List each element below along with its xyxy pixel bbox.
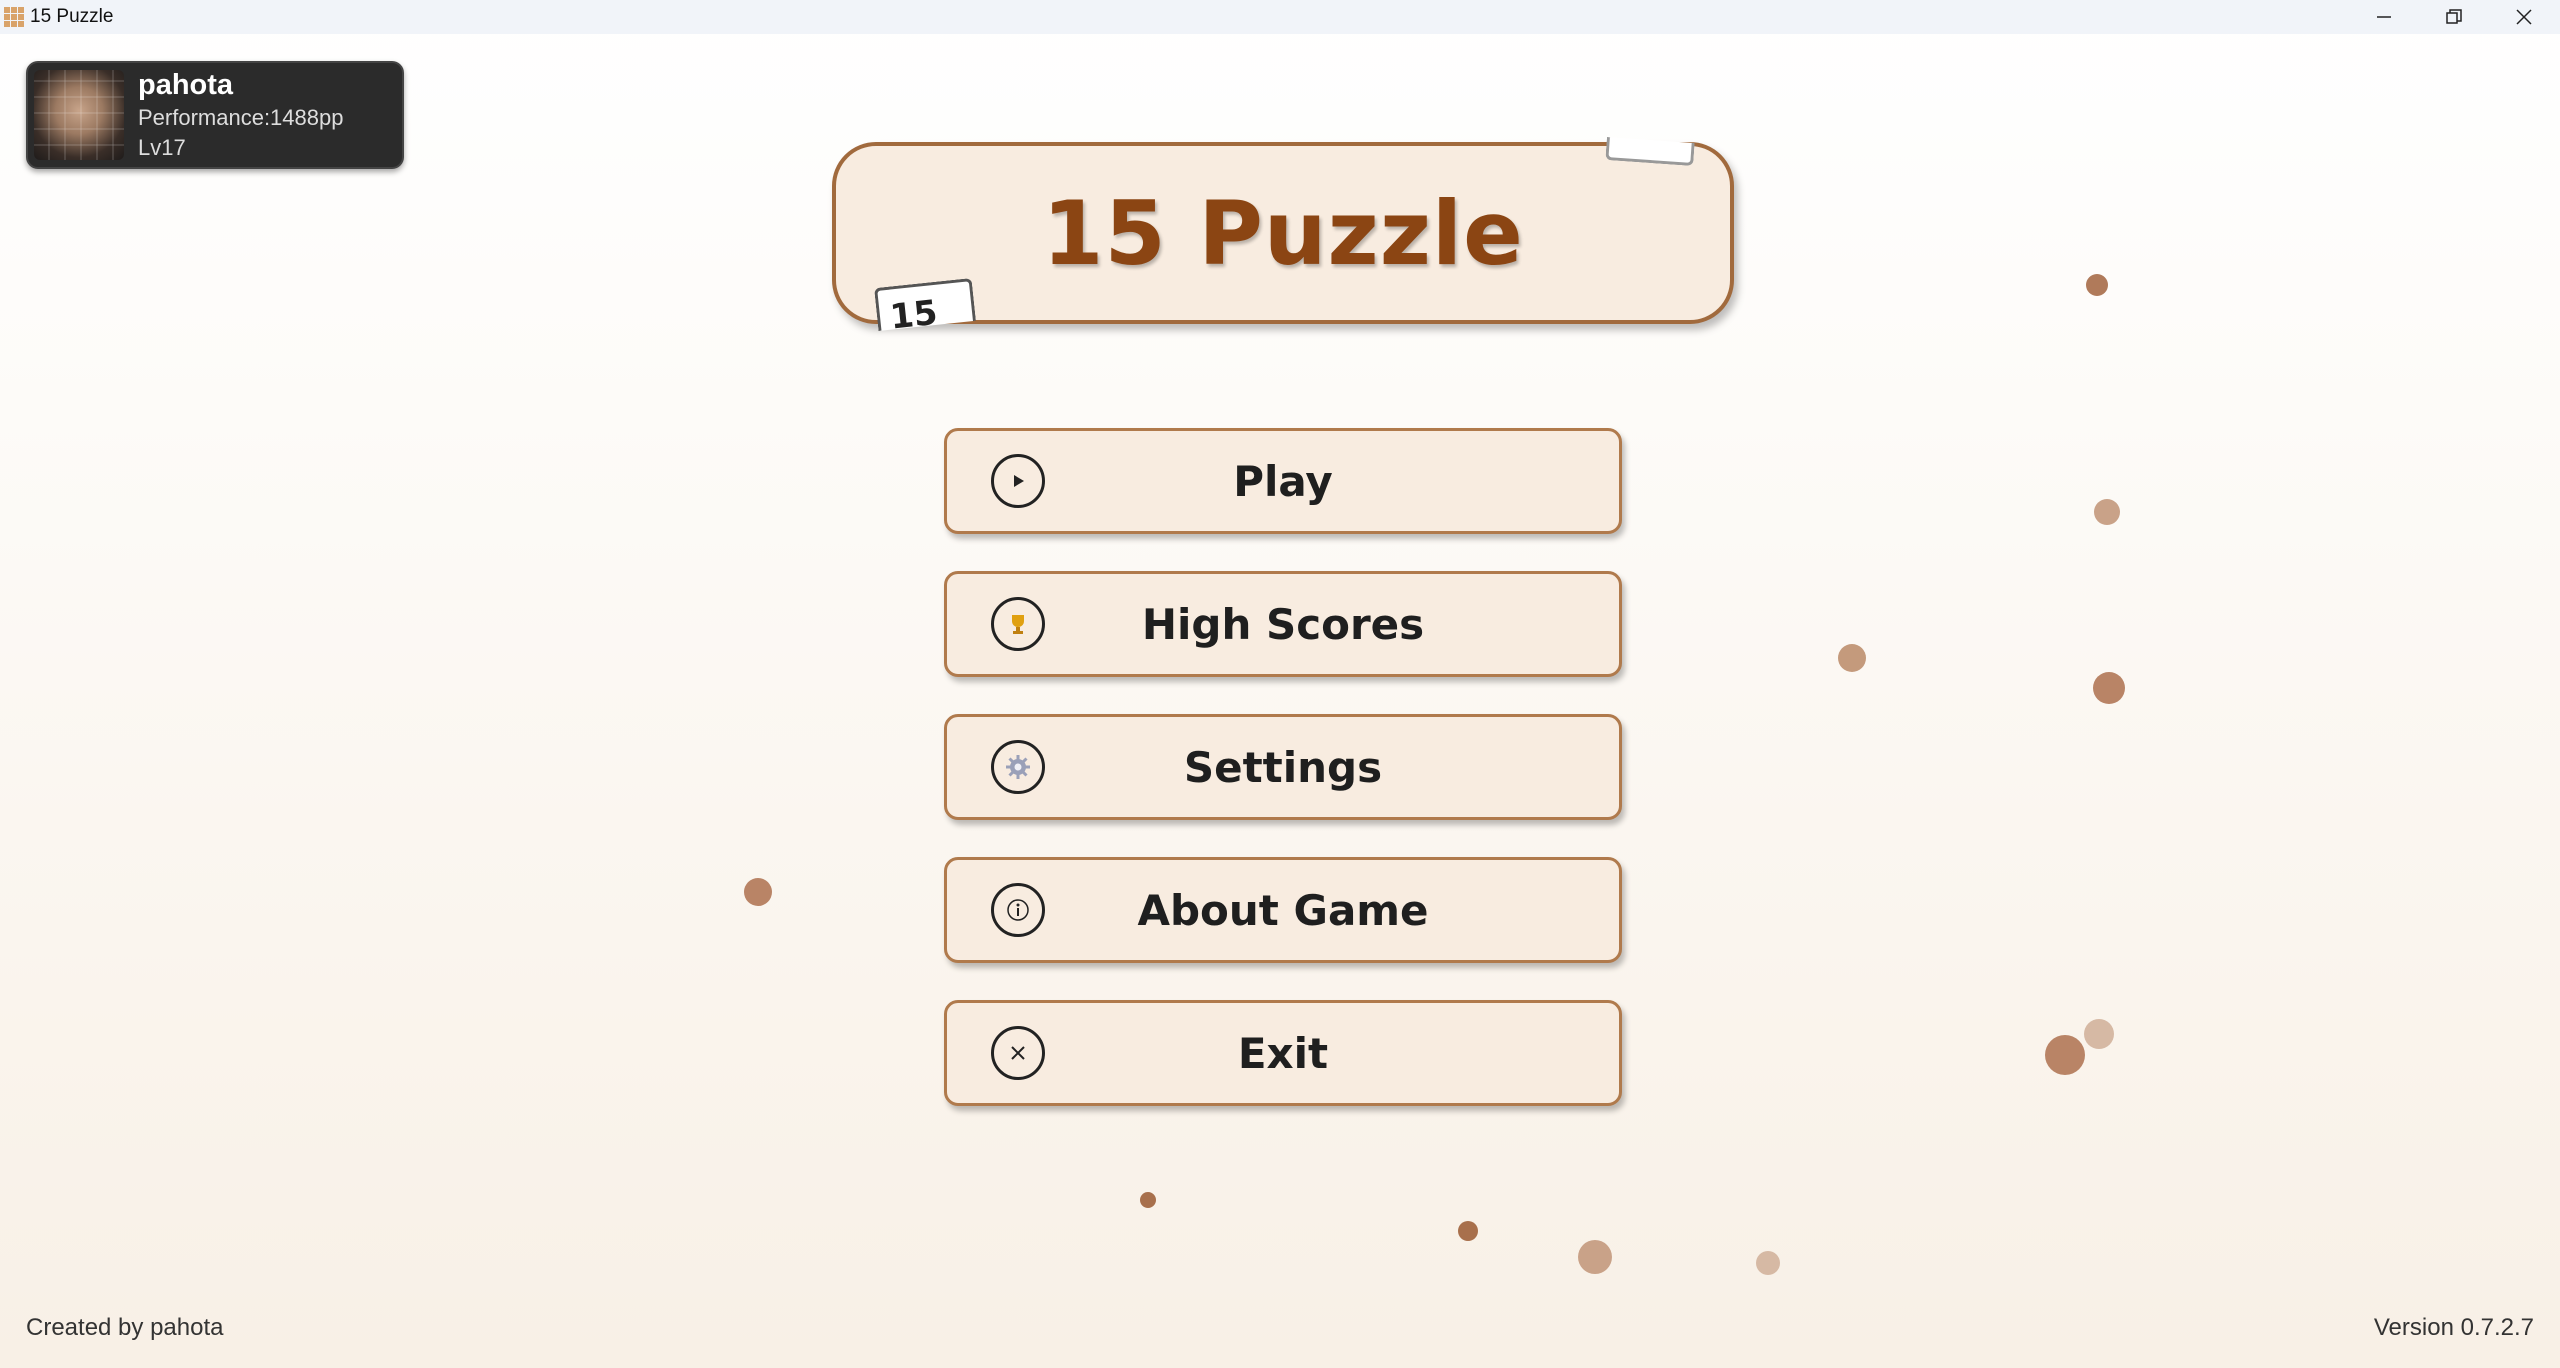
play-label: Play <box>1233 456 1333 506</box>
floating-dot <box>2086 274 2108 296</box>
close-icon <box>991 1026 1045 1080</box>
gear-icon <box>991 740 1045 794</box>
floating-dot <box>1756 1251 1780 1275</box>
player-performance: Performance:1488pp <box>138 105 344 130</box>
play-button[interactable]: Play <box>944 428 1622 534</box>
floating-dot <box>1458 1221 1478 1241</box>
avatar <box>34 70 124 160</box>
floating-dot <box>2094 499 2120 525</box>
floating-dot <box>1578 1240 1612 1274</box>
decorative-tile-number: 15 <box>874 277 976 332</box>
exit-button[interactable]: Exit <box>944 1000 1622 1106</box>
floating-dot <box>1838 644 1866 672</box>
restore-button[interactable] <box>2419 0 2489 34</box>
floating-dot <box>2084 1019 2114 1049</box>
play-icon <box>991 454 1045 508</box>
game-title: 15 Puzzle <box>1042 181 1524 285</box>
about-game-label: About Game <box>1137 885 1429 935</box>
close-window-icon <box>2516 9 2532 25</box>
floating-dot <box>2045 1035 2085 1075</box>
window-titlebar: 15 Puzzle <box>0 0 2560 34</box>
player-name: pahota <box>138 69 234 101</box>
restore-icon <box>2446 9 2462 24</box>
about-game-button[interactable]: About Game <box>944 857 1622 963</box>
decorative-tile <box>1605 136 1695 167</box>
window-title: 15 Puzzle <box>30 6 114 27</box>
info-icon <box>991 883 1045 937</box>
credit-text: Created by pahota <box>26 1314 224 1341</box>
floating-dot <box>1140 1192 1156 1208</box>
trophy-icon <box>991 597 1045 651</box>
floating-dot <box>2093 672 2125 704</box>
close-window-button[interactable] <box>2489 0 2559 34</box>
player-level: Lv17 <box>138 135 186 160</box>
settings-button[interactable]: Settings <box>944 714 1622 820</box>
high-scores-button[interactable]: High Scores <box>944 571 1622 677</box>
minimize-icon <box>2377 16 2391 18</box>
floating-dot <box>744 878 772 906</box>
minimize-button[interactable] <box>2349 0 2419 34</box>
settings-label: Settings <box>1183 742 1383 792</box>
version-text: Version 0.7.2.7 <box>2373 1314 2534 1341</box>
player-profile-card[interactable]: pahota Performance:1488pp Lv17 <box>26 61 404 169</box>
exit-label: Exit <box>1237 1028 1329 1078</box>
high-scores-label: High Scores <box>1141 599 1425 649</box>
game-title-card: 15 Puzzle 15 <box>832 136 1734 332</box>
app-icon <box>4 7 24 27</box>
